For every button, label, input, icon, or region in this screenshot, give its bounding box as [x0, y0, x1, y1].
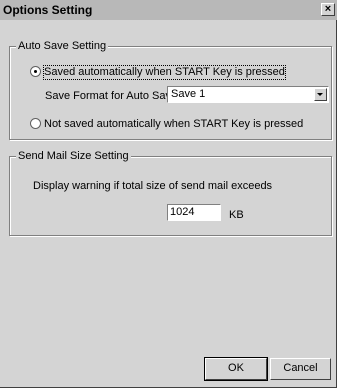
save-format-label: Save Format for Auto Save: — [45, 90, 181, 102]
send-mail-group: Send Mail Size Setting — [9, 150, 332, 236]
radio-selected-dot — [34, 70, 37, 73]
close-icon: × — [324, 3, 332, 15]
ok-button[interactable]: OK — [204, 357, 268, 381]
mail-size-value: 1024 — [170, 206, 195, 218]
auto-save-option-label[interactable]: Saved automatically when START Key is pr… — [43, 65, 286, 80]
title-bar[interactable]: Options Setting × — [0, 0, 337, 20]
close-button[interactable]: × — [321, 3, 335, 16]
send-mail-legend: Send Mail Size Setting — [16, 150, 131, 163]
save-format-value: Save 1 — [171, 88, 206, 100]
mail-size-input[interactable]: 1024 — [167, 204, 221, 221]
manual-save-option-label[interactable]: Not saved automatically when START Key i… — [44, 118, 303, 131]
dialog-title: Options Setting — [3, 3, 93, 17]
auto-save-radio[interactable] — [30, 66, 41, 77]
mail-size-unit: KB — [229, 209, 244, 221]
chevron-down-icon[interactable] — [314, 88, 327, 101]
send-mail-warning-label: Display warning if total size of send ma… — [33, 180, 273, 192]
manual-save-radio[interactable] — [30, 118, 41, 129]
cancel-button[interactable]: Cancel — [270, 358, 331, 380]
auto-save-legend: Auto Save Setting — [16, 40, 109, 53]
options-dialog: Options Setting × Auto Save Setting Save… — [0, 0, 337, 388]
save-format-select[interactable]: Save 1 — [167, 86, 329, 103]
